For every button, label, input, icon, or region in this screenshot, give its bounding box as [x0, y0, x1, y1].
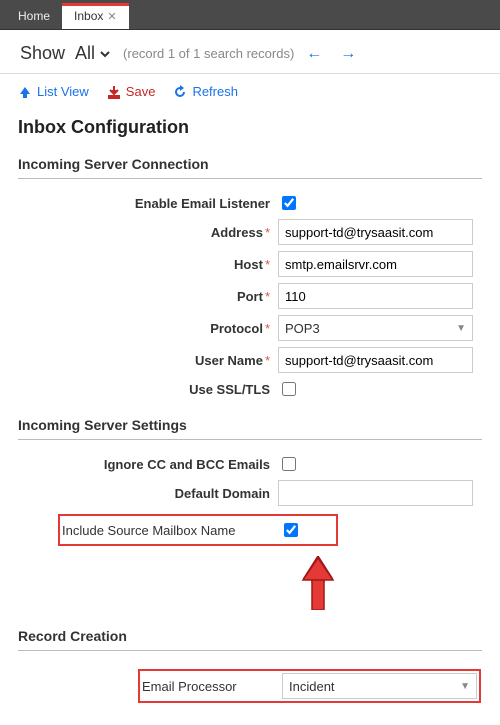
up-arrow-icon [18, 85, 32, 99]
row-ignore-cc: Ignore CC and BCC Emails [18, 454, 482, 474]
row-port: Port [18, 283, 482, 309]
next-record-button[interactable]: → [340, 45, 356, 63]
tab-bar: Home Inbox ✕ [0, 0, 500, 30]
protocol-value: POP3 [285, 321, 320, 336]
section-incoming-settings: Incoming Server Settings [18, 413, 482, 440]
default-domain-field[interactable] [278, 480, 473, 506]
refresh-button[interactable]: Refresh [173, 84, 238, 99]
email-processor-value: Incident [289, 679, 335, 694]
email-processor-select[interactable]: Incident ▼ [282, 673, 477, 699]
default-domain-label: Default Domain [18, 486, 278, 501]
port-label: Port [18, 289, 278, 304]
row-protocol: Protocol POP3 ▼ [18, 315, 482, 341]
row-ssl: Use SSL/TLS [18, 379, 482, 399]
address-label: Address [18, 225, 278, 240]
chevron-down-icon: ▼ [456, 323, 466, 334]
highlight-include-source: Include Source Mailbox Name [58, 514, 338, 546]
ssl-label: Use SSL/TLS [18, 382, 278, 397]
list-view-label: List View [37, 84, 89, 99]
include-source-checkbox[interactable] [284, 523, 298, 537]
address-field[interactable] [278, 219, 473, 245]
refresh-label: Refresh [192, 84, 238, 99]
list-view-button[interactable]: List View [18, 84, 89, 99]
host-label: Host [18, 257, 278, 272]
username-label: User Name [18, 353, 278, 368]
enable-listener-label: Enable Email Listener [18, 196, 278, 211]
download-icon [107, 85, 121, 99]
host-field[interactable] [278, 251, 473, 277]
page-title: Inbox Configuration [18, 117, 482, 138]
close-icon[interactable]: ✕ [107, 10, 116, 23]
port-field[interactable] [278, 283, 473, 309]
section-record-creation: Record Creation [18, 624, 482, 651]
chevron-down-icon: ▼ [460, 681, 470, 692]
ignore-cc-label: Ignore CC and BCC Emails [18, 457, 278, 472]
tab-home[interactable]: Home [6, 3, 62, 29]
enable-listener-checkbox[interactable] [282, 196, 296, 210]
filter-value: All [75, 43, 95, 64]
filter-dropdown[interactable]: All [75, 43, 111, 64]
content: Inbox Configuration Incoming Server Conn… [0, 109, 500, 725]
refresh-icon [173, 85, 187, 99]
prev-record-button[interactable]: ← [306, 45, 322, 63]
section-incoming-connection: Incoming Server Connection [18, 152, 482, 179]
save-label: Save [126, 84, 156, 99]
row-username: User Name [18, 347, 482, 373]
ignore-cc-checkbox[interactable] [282, 457, 296, 471]
save-button[interactable]: Save [107, 84, 156, 99]
tab-inbox-label: Inbox [74, 9, 103, 23]
row-address: Address [18, 219, 482, 245]
include-source-label: Include Source Mailbox Name [62, 523, 280, 538]
row-host: Host [18, 251, 482, 277]
show-label: Show [20, 43, 65, 64]
annotation-arrow-icon [298, 556, 338, 610]
chevron-down-icon [99, 48, 111, 60]
record-count: (record 1 of 1 search records) [123, 46, 294, 61]
highlight-email-processor: Email Processor Incident ▼ [138, 669, 481, 703]
protocol-select[interactable]: POP3 ▼ [278, 315, 473, 341]
toolbar: Show All (record 1 of 1 search records) … [0, 30, 500, 74]
protocol-label: Protocol [18, 321, 278, 336]
action-bar: List View Save Refresh [0, 74, 500, 109]
row-default-domain: Default Domain [18, 480, 482, 506]
email-processor-label: Email Processor [142, 679, 282, 694]
ssl-checkbox[interactable] [282, 382, 296, 396]
username-field[interactable] [278, 347, 473, 373]
row-enable-listener: Enable Email Listener [18, 193, 482, 213]
tab-home-label: Home [18, 9, 50, 23]
tab-inbox[interactable]: Inbox ✕ [62, 3, 129, 29]
